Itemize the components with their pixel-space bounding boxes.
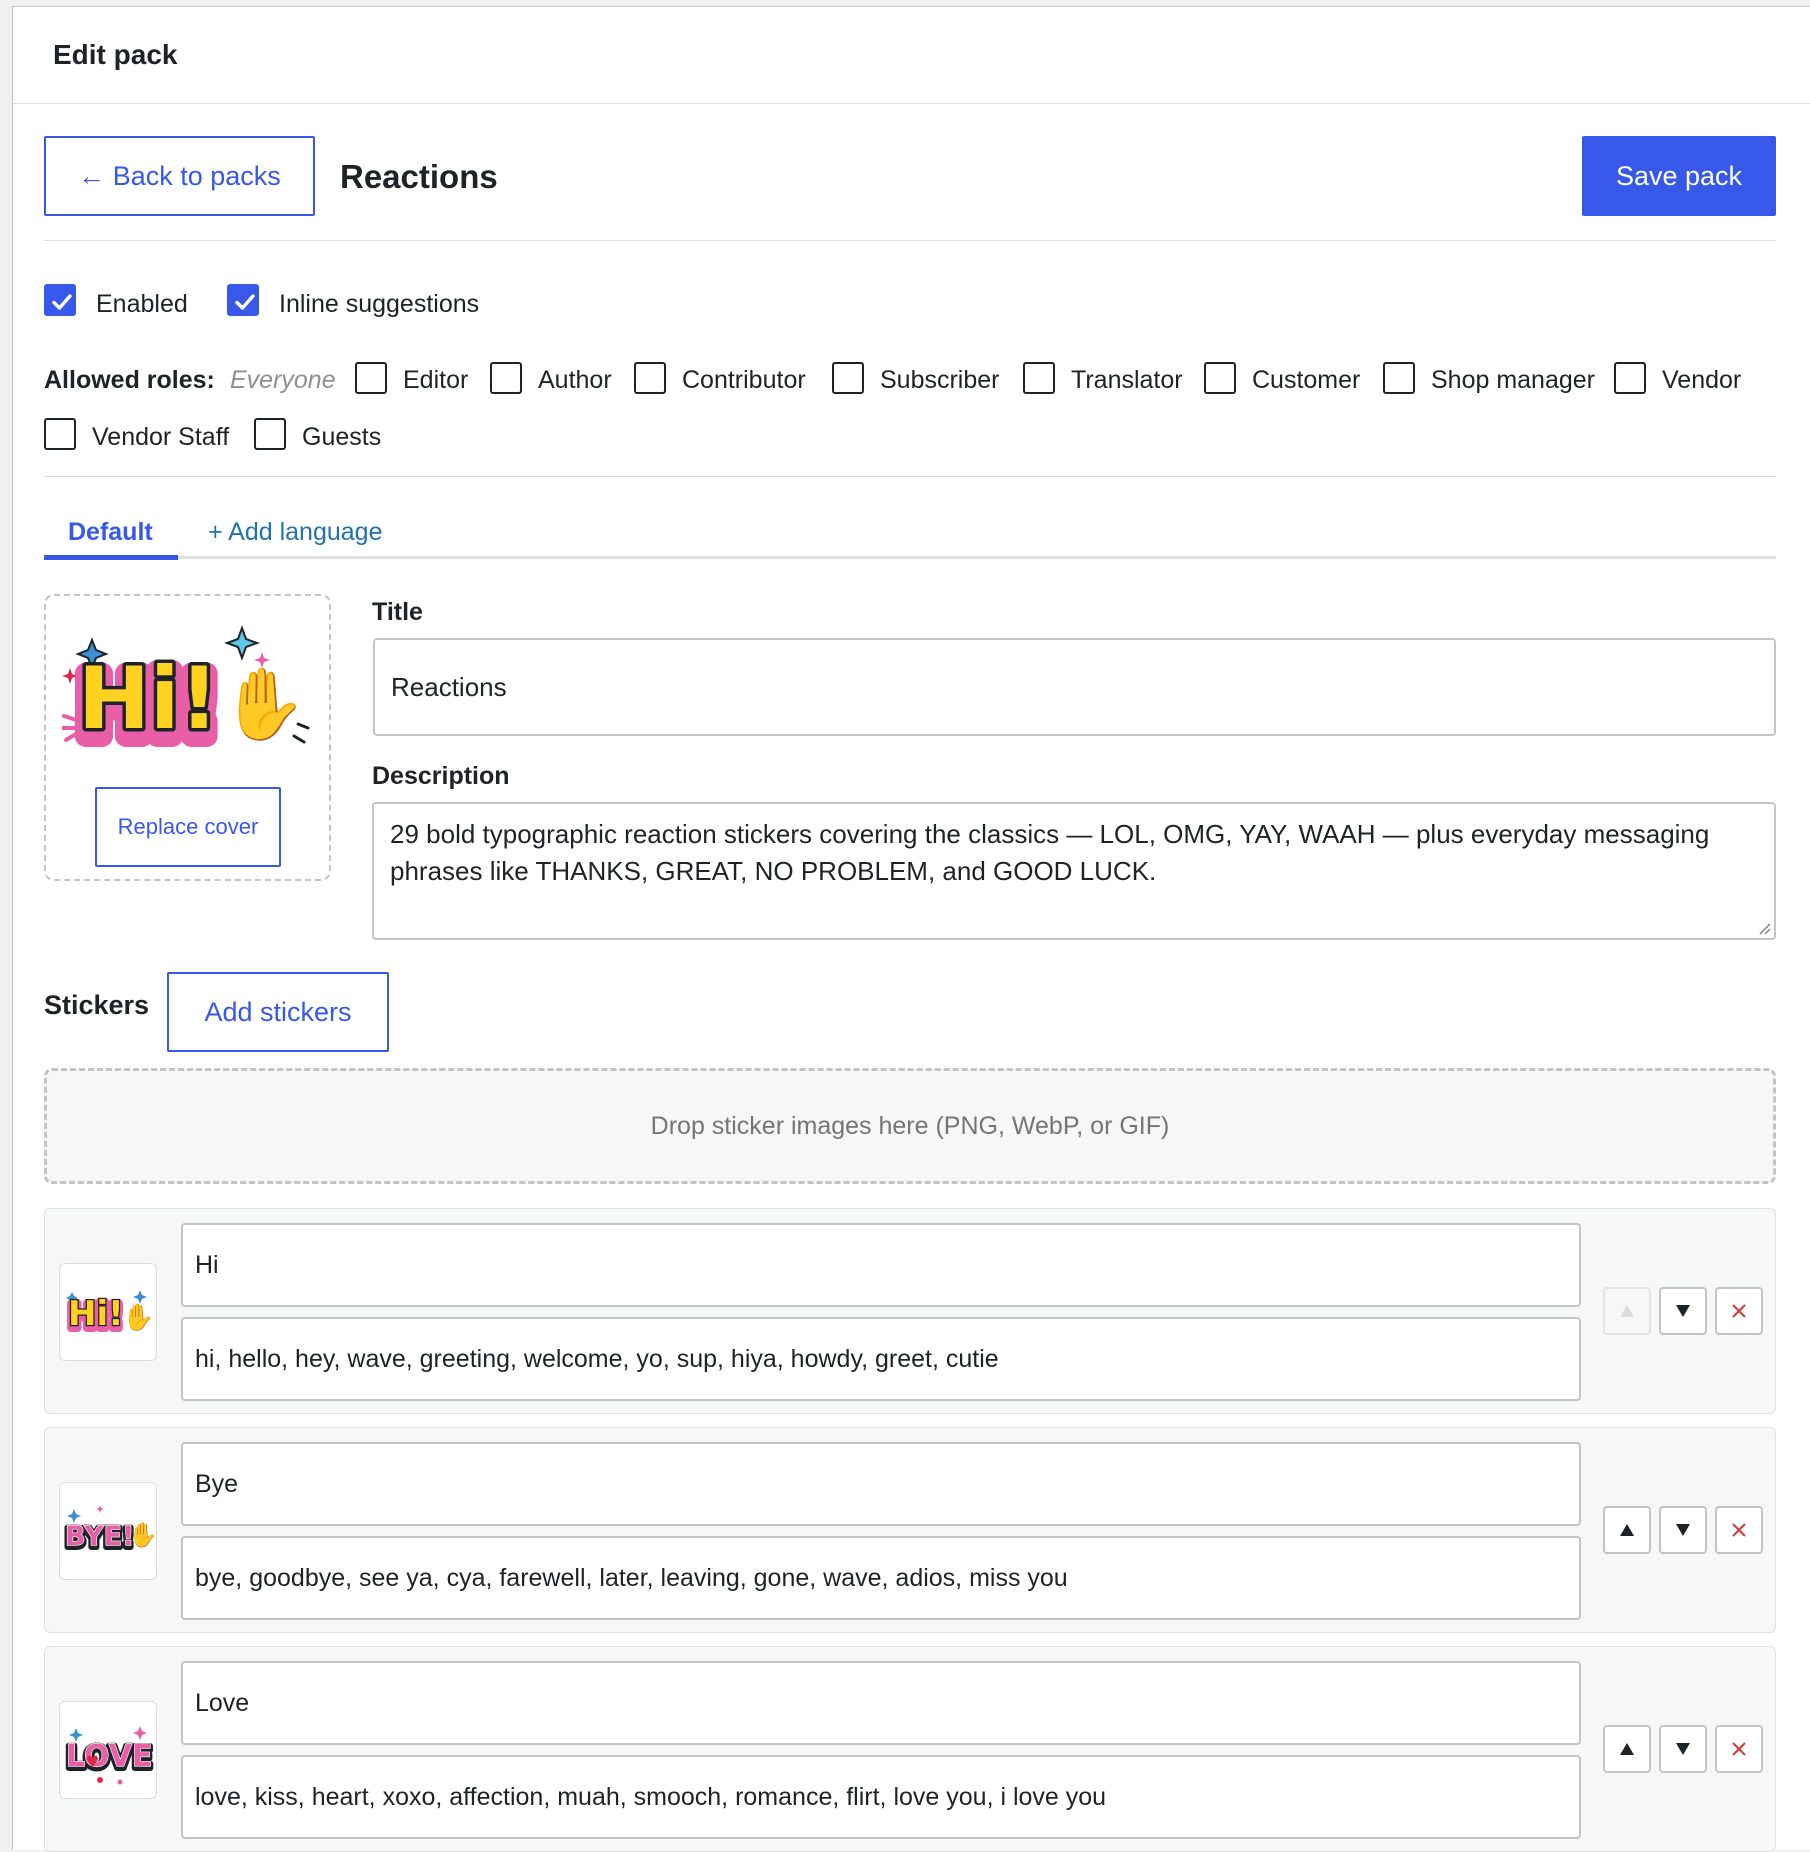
enabled-checkbox[interactable] [44,284,76,316]
svg-text:✋: ✋ [122,1302,154,1332]
role-shop-manager-label: Shop manager [1431,366,1596,394]
tab-default[interactable]: Default [68,518,153,547]
role-editor-checkbox[interactable] [355,362,387,394]
pack-name-heading: Reactions [340,158,498,195]
move-down-button[interactable] [1659,1506,1707,1554]
resize-grip-icon[interactable] [1756,920,1772,936]
role-vendor-staff-label: Vendor Staff [92,423,230,451]
close-icon [1732,1742,1746,1756]
hi-sticker-image: Hi! Hi! ✋ [60,625,310,768]
description-textarea[interactable]: 29 bold typographic reaction stickers co… [372,802,1776,940]
arrow-up-icon [1620,1305,1634,1317]
role-guests-checkbox[interactable] [254,418,286,450]
role-subscriber-label: Subscriber [880,366,1000,394]
cover-image: Hi! Hi! ✋ [60,624,312,768]
svg-text:Hi!: Hi! [68,1294,124,1334]
move-up-button[interactable] [1603,1725,1651,1773]
move-down-button[interactable] [1659,1287,1707,1335]
role-customer-checkbox[interactable] [1204,362,1236,394]
remove-sticker-button[interactable] [1715,1506,1763,1554]
replace-cover-button[interactable]: Replace cover [95,787,281,867]
panel-title: Edit pack [13,7,1810,104]
role-guests-label: Guests [302,423,382,451]
love-sticker-image: LOVE LOVE ♥ [63,1726,155,1785]
arrow-down-icon [1676,1305,1690,1317]
role-contributor-label: Contributor [682,366,806,394]
role-editor-label: Editor [403,366,469,394]
role-customer-label: Customer [1252,366,1361,394]
sticker-name-input[interactable]: Hi [181,1223,1581,1307]
divider [44,240,1776,241]
sticker-keywords-input[interactable]: bye, goodbye, see ya, cya, farewell, lat… [181,1536,1581,1620]
close-icon [1732,1304,1746,1318]
add-stickers-button[interactable]: Add stickers [167,972,389,1052]
allowed-roles-label: Allowed roles: [44,366,215,394]
bye-sticker-image: BYE! BYE! ✋ [62,1505,157,1557]
divider [44,476,1776,477]
checkmark-icon [235,294,255,310]
arrow-down-icon [1676,1743,1690,1755]
role-vendor-staff-checkbox[interactable] [44,418,76,450]
inline-suggestions-label: Inline suggestions [279,290,480,318]
sticker-name-input[interactable]: Love [181,1661,1581,1745]
tab-add-language[interactable]: + Add language [208,518,382,547]
role-author-checkbox[interactable] [490,362,522,394]
inline-suggestions-checkbox[interactable] [227,284,259,316]
sticker-name-input[interactable]: Bye [181,1442,1581,1526]
sticker-thumbnail: LOVE LOVE ♥ [59,1701,157,1799]
remove-sticker-button[interactable] [1715,1287,1763,1335]
sticker-keywords-input[interactable]: love, kiss, heart, xoxo, affection, muah… [181,1755,1581,1839]
save-pack-button[interactable]: Save pack [1582,136,1776,216]
sticker-row: Hi! Hi! ✋ Hi hi, hello, hey, wave, greet… [44,1208,1776,1414]
remove-sticker-button[interactable] [1715,1725,1763,1773]
title-input[interactable]: Reactions [373,638,1776,736]
svg-text:♥: ♥ [86,1748,99,1773]
sticker-dropzone[interactable]: Drop sticker images here (PNG, WebP, or … [44,1068,1776,1184]
role-shop-manager-checkbox[interactable] [1383,362,1415,394]
title-label: Title [372,598,423,626]
role-author-label: Author [538,366,612,394]
role-vendor-label: Vendor [1662,366,1742,394]
tab-active-indicator [44,555,178,560]
description-text: 29 bold typographic reaction stickers co… [390,819,1710,886]
role-subscriber-checkbox[interactable] [832,362,864,394]
wave-emoji: ✋ [220,664,307,743]
sticker-keywords-input[interactable]: hi, hello, hey, wave, greeting, welcome,… [181,1317,1581,1401]
tab-strip-border [44,556,1776,559]
svg-text:BYE!: BYE! [65,1521,134,1552]
everyone-hint: Everyone [230,366,336,394]
sticker-thumbnail: Hi! Hi! ✋ [59,1263,157,1361]
dropzone-text: Drop sticker images here (PNG, WebP, or … [650,1111,1170,1140]
svg-text:✋: ✋ [128,1521,157,1549]
enabled-label: Enabled [96,290,188,318]
stickers-label: Stickers [44,990,150,1020]
move-up-button[interactable] [1603,1287,1651,1335]
role-translator-label: Translator [1071,366,1183,394]
move-down-button[interactable] [1659,1725,1707,1773]
arrow-up-icon [1620,1743,1634,1755]
sticker-row: BYE! BYE! ✋ Bye bye, goodbye, see ya, cy… [44,1427,1776,1633]
role-translator-checkbox[interactable] [1023,362,1055,394]
role-contributor-checkbox[interactable] [634,362,666,394]
svg-text:LOVE: LOVE [66,1739,152,1774]
checkmark-icon [52,294,72,310]
role-vendor-checkbox[interactable] [1614,362,1646,394]
sticker-row: LOVE LOVE ♥ Love love, kiss, heart, xoxo… [44,1646,1776,1852]
move-up-button[interactable] [1603,1506,1651,1554]
arrow-down-icon [1676,1524,1690,1536]
back-to-packs-button[interactable]: ← Back to packs [44,136,315,216]
svg-text:Hi!: Hi! [78,649,219,749]
arrow-up-icon [1620,1524,1634,1536]
description-label: Description [372,762,510,790]
close-icon [1732,1523,1746,1537]
sticker-thumbnail: BYE! BYE! ✋ [59,1482,157,1580]
hi-sticker-image: Hi! Hi! ✋ [64,1290,154,1341]
